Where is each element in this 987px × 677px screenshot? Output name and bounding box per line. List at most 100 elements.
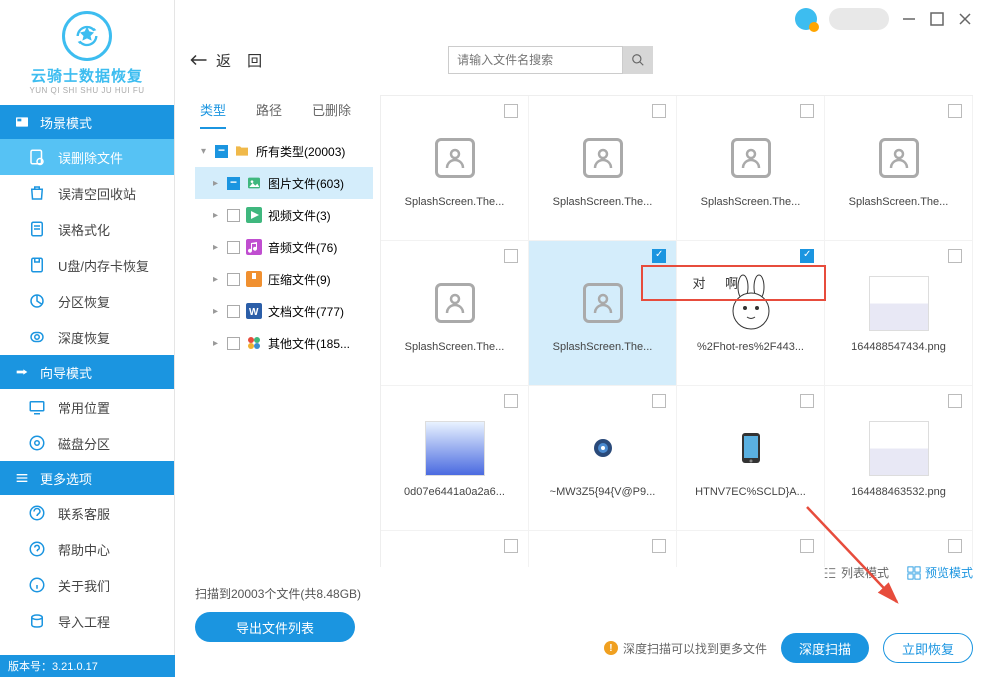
app-pinyin: YUN QI SHI SHU JU HUI FU <box>29 86 144 95</box>
file-checkbox[interactable] <box>504 104 518 118</box>
file-checkbox[interactable] <box>504 249 518 263</box>
grid-icon <box>907 566 921 580</box>
version-label: 版本号：3.21.0.17 <box>0 655 175 677</box>
nav-help[interactable]: 帮助中心 <box>0 531 174 567</box>
titlebar <box>175 0 987 38</box>
nav-usb[interactable]: U盘/内存卡恢复 <box>0 247 174 283</box>
file-cell[interactable]: SplashScreen.The... <box>825 96 973 241</box>
file-checkbox[interactable] <box>800 104 814 118</box>
file-name: SplashScreen.The... <box>405 341 505 353</box>
file-cell[interactable]: SplashScreen.The... <box>677 96 825 241</box>
file-cell[interactable]: 164488547434.png <box>825 241 973 386</box>
vip-icon[interactable] <box>795 8 817 30</box>
file-checkbox[interactable] <box>652 104 666 118</box>
file-name: ~MW3Z5{94{V@P9... <box>550 486 656 498</box>
nav-deleted-files[interactable]: 误删除文件 <box>0 139 174 175</box>
file-name: SplashScreen.The... <box>553 341 653 353</box>
tab-type[interactable]: 类型 <box>200 100 226 129</box>
restore-button[interactable]: 立即恢复 <box>883 633 973 663</box>
tree-video[interactable]: ▸ 视频文件(3) <box>195 199 373 231</box>
logo-icon <box>62 11 112 61</box>
nav-recycle-bin[interactable]: 误清空回收站 <box>0 175 174 211</box>
tree-all[interactable]: ▾ 所有类型(20003) <box>195 135 373 167</box>
nav-disk[interactable]: 磁盘分区 <box>0 425 174 461</box>
file-checkbox[interactable] <box>652 394 666 408</box>
export-button[interactable]: 导出文件列表 <box>195 612 355 642</box>
tab-deleted[interactable]: 已删除 <box>312 100 351 129</box>
file-checkbox[interactable] <box>800 394 814 408</box>
tree-images[interactable]: ▸ 图片文件(603) <box>195 167 373 199</box>
file-checkbox[interactable] <box>504 539 518 553</box>
file-name: SplashScreen.The... <box>405 196 505 208</box>
chevron-right-icon: ▸ <box>213 178 221 189</box>
image-icon <box>246 175 262 191</box>
file-name: SplashScreen.The... <box>553 196 653 208</box>
deep-scan-button[interactable]: 深度扫描 <box>781 633 869 663</box>
file-checkbox[interactable] <box>652 539 666 553</box>
svg-text:W: W <box>249 307 259 318</box>
nav-partition[interactable]: 分区恢复 <box>0 283 174 319</box>
file-cell[interactable]: HTNV7EC%SCLD}A... <box>677 386 825 531</box>
file-cell[interactable]: 对 啊%2Fhot-res%2F443... <box>677 241 825 386</box>
minimize-button[interactable] <box>901 11 917 27</box>
checkbox[interactable] <box>215 145 228 158</box>
user-pill[interactable] <box>829 8 889 30</box>
file-checkbox[interactable] <box>948 104 962 118</box>
file-checkbox[interactable] <box>948 394 962 408</box>
file-checkbox[interactable] <box>800 539 814 553</box>
file-cell[interactable] <box>529 531 677 567</box>
file-name: SplashScreen.The... <box>849 196 949 208</box>
search-icon <box>631 53 645 67</box>
file-cell[interactable] <box>677 531 825 567</box>
audio-icon <box>246 239 262 255</box>
tree-audio[interactable]: ▸ 音频文件(76) <box>195 231 373 263</box>
nav-support[interactable]: 联系客服 <box>0 495 174 531</box>
info-icon: ! <box>604 641 618 655</box>
tab-path[interactable]: 路径 <box>256 100 282 129</box>
file-name: %2Fhot-res%2F443... <box>697 341 804 353</box>
nav-import[interactable]: 导入工程 <box>0 603 174 639</box>
type-tree: ▾ 所有类型(20003) ▸ 图片文件(603) ▸ 视频文件(3) ▸ 音频… <box>195 135 373 359</box>
file-checkbox[interactable] <box>948 539 962 553</box>
file-cell[interactable]: SplashScreen.The... <box>529 96 677 241</box>
file-cell[interactable] <box>825 531 973 567</box>
file-cell[interactable]: 164488463532.png <box>825 386 973 531</box>
tree-other[interactable]: ▸ 其他文件(185... <box>195 327 373 359</box>
nav-format[interactable]: 误格式化 <box>0 211 174 247</box>
file-cell[interactable] <box>381 531 529 567</box>
arrow-left-icon <box>190 53 208 67</box>
file-name: 164488463532.png <box>851 486 946 498</box>
nav-deep[interactable]: 深度恢复 <box>0 319 174 355</box>
file-grid: SplashScreen.The... SplashScreen.The... Sp… <box>380 95 973 567</box>
file-checkbox[interactable] <box>800 249 814 263</box>
archive-icon <box>246 271 262 287</box>
section-more[interactable]: 更多选项 <box>0 461 174 495</box>
back-button[interactable]: 返 回 <box>190 50 268 71</box>
list-mode[interactable]: 列表模式 <box>823 564 889 581</box>
section-wizard[interactable]: 向导模式 <box>0 355 174 389</box>
file-cell[interactable]: SplashScreen.The... <box>381 96 529 241</box>
file-cell[interactable]: SplashScreen.The... <box>529 241 677 386</box>
tree-archive[interactable]: ▸ 压缩文件(9) <box>195 263 373 295</box>
maximize-button[interactable] <box>929 11 945 27</box>
close-button[interactable] <box>957 11 973 27</box>
file-checkbox[interactable] <box>504 394 518 408</box>
file-name: SplashScreen.The... <box>701 196 801 208</box>
checkbox[interactable] <box>227 177 240 190</box>
file-checkbox[interactable] <box>948 249 962 263</box>
file-cell[interactable]: 0d07e6441a0a2a6... <box>381 386 529 531</box>
sidebar: 云骑士数据恢复 YUN QI SHI SHU JU HUI FU 场景模式 误删… <box>0 0 175 677</box>
tree-docs[interactable]: ▸ W 文档文件(777) <box>195 295 373 327</box>
file-cell[interactable]: ~MW3Z5{94{V@P9... <box>529 386 677 531</box>
preview-mode[interactable]: 预览模式 <box>907 564 973 581</box>
nav-about[interactable]: 关于我们 <box>0 567 174 603</box>
search-button[interactable] <box>623 46 653 74</box>
filter-tabs: 类型 路径 已删除 <box>200 100 351 129</box>
other-icon <box>246 335 262 351</box>
nav-common[interactable]: 常用位置 <box>0 389 174 425</box>
section-scene[interactable]: 场景模式 <box>0 105 174 139</box>
file-checkbox[interactable] <box>652 249 666 263</box>
search-input[interactable] <box>448 46 623 74</box>
list-icon <box>823 566 837 580</box>
file-cell[interactable]: SplashScreen.The... <box>381 241 529 386</box>
